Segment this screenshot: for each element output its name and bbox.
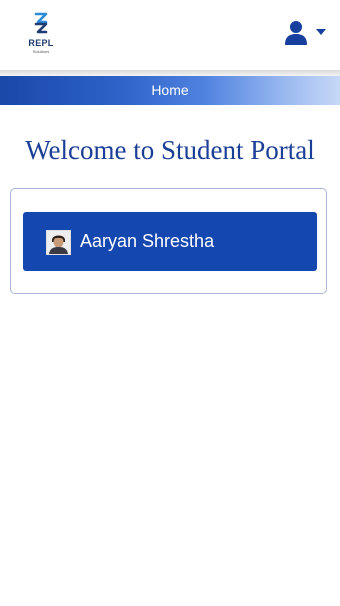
app-root: REPL Solutions Home Welcome to Student P… — [0, 0, 340, 606]
student-photo-icon — [47, 231, 70, 254]
repl-logo-icon — [34, 12, 48, 34]
logo-subtext: Solutions — [32, 49, 50, 54]
nav-home-link[interactable]: Home — [0, 76, 340, 105]
student-list-card: Aaryan Shrestha — [10, 188, 327, 294]
avatar — [46, 230, 71, 255]
repl-logo[interactable]: REPL Solutions — [24, 12, 58, 58]
page-title: Welcome to Student Portal — [25, 135, 315, 165]
student-name: Aaryan Shrestha — [80, 231, 215, 251]
logo-text: REPL — [28, 38, 54, 48]
user-icon — [285, 21, 307, 45]
user-menu-button[interactable] — [282, 18, 330, 48]
student-button[interactable]: Aaryan Shrestha — [23, 212, 317, 271]
nav-bar: Home — [0, 76, 340, 105]
caret-down-icon — [316, 29, 326, 35]
top-bar: REPL Solutions — [0, 0, 340, 72]
